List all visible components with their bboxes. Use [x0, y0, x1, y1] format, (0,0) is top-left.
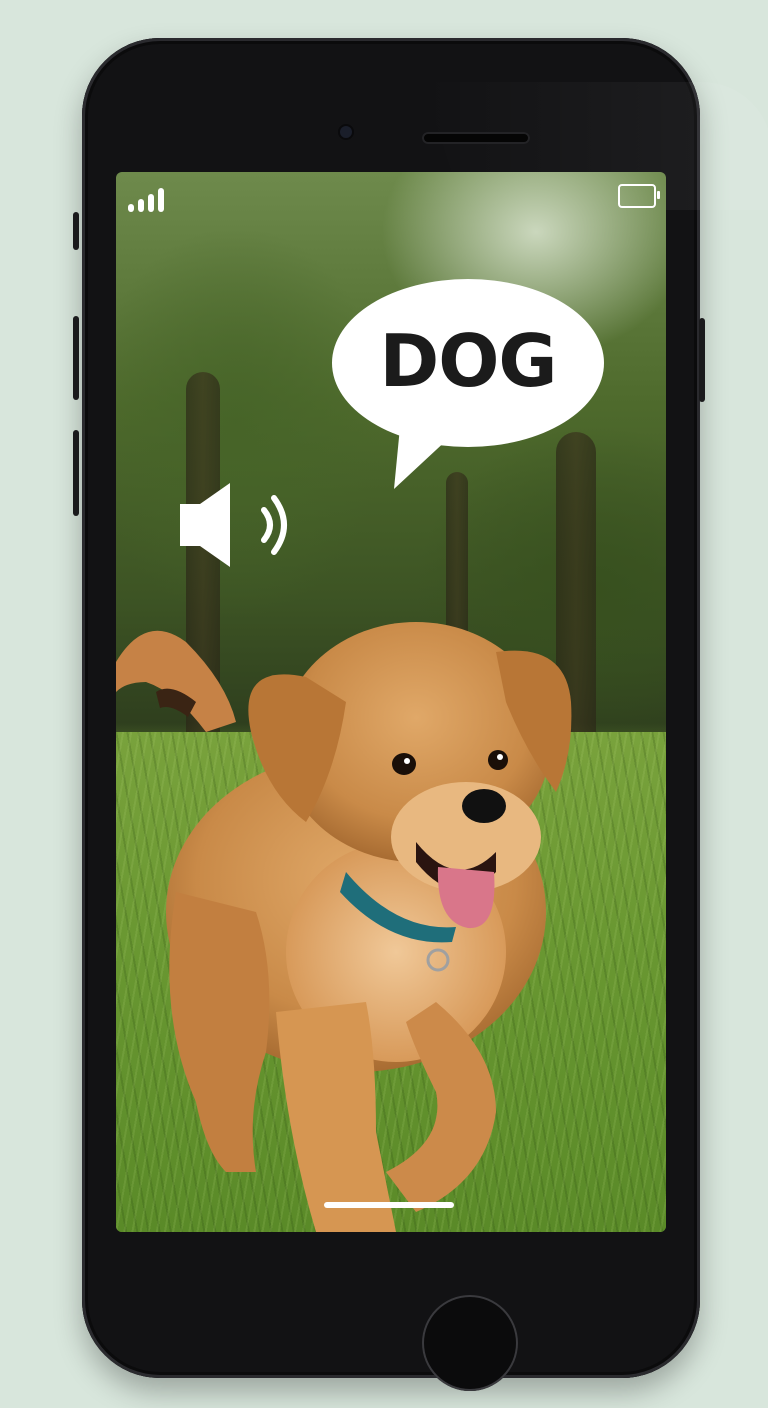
power-button[interactable] — [699, 318, 705, 402]
earpiece-speaker — [422, 132, 530, 144]
phone-screen[interactable]: DOG — [116, 172, 666, 1232]
signal-strength-icon — [128, 186, 174, 212]
speech-bubble[interactable]: DOG — [330, 277, 606, 492]
mute-switch[interactable] — [73, 212, 79, 250]
battery-icon — [618, 184, 660, 208]
home-button[interactable] — [422, 1295, 518, 1391]
speech-bubble-text: DOG — [379, 319, 557, 403]
volume-up-button[interactable] — [73, 316, 79, 400]
volume-down-button[interactable] — [73, 430, 79, 516]
home-indicator[interactable] — [324, 1202, 454, 1208]
front-camera — [340, 126, 352, 138]
puppy-image — [116, 622, 572, 1232]
page: DOG — [0, 0, 768, 1408]
